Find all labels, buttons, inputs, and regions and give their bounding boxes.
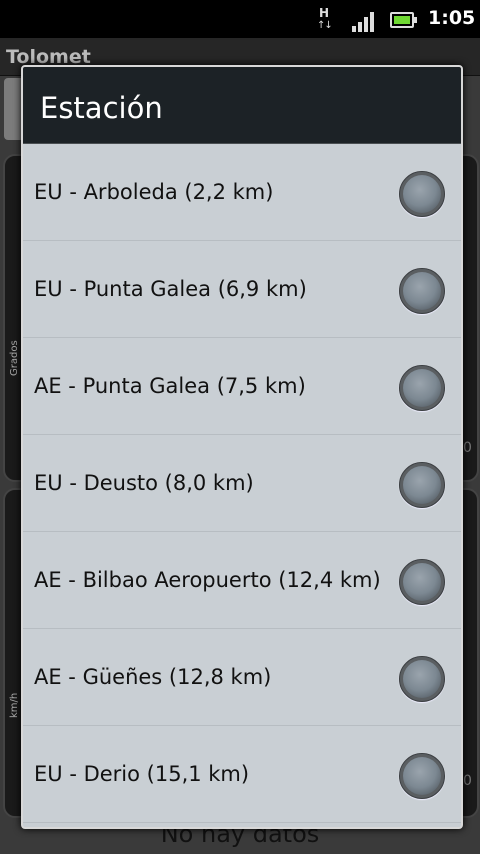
dialog-header: Estación [23, 67, 461, 144]
panel2-axis-label: km/h [9, 692, 20, 718]
panel1-peek-value: 0 [463, 440, 472, 456]
signal-strength-icon [352, 10, 376, 32]
station-label: EU - Derio (15,1 km) [34, 762, 250, 786]
list-item[interactable]: AE - Bilbao Aeropuerto (12,4 km) [23, 532, 461, 629]
battery-icon [390, 12, 417, 28]
station-label: AE - Punta Galea (7,5 km) [34, 374, 306, 398]
station-label: EU - Punta Galea (6,9 km) [34, 277, 307, 301]
list-item[interactable]: EU - Deusto (8,0 km) [23, 435, 461, 532]
radio-button[interactable] [399, 268, 445, 314]
list-item[interactable]: AE - Güeñes (12,8 km) [23, 629, 461, 726]
station-label: EU - Deusto (8,0 km) [34, 471, 254, 495]
network-type-label: H [319, 6, 330, 20]
list-item[interactable]: AE - Punta Galea (7,5 km) [23, 338, 461, 435]
radio-button[interactable] [399, 462, 445, 508]
station-list: EU - Arboleda (2,2 km) EU - Punta Galea … [23, 144, 461, 823]
radio-button[interactable] [399, 656, 445, 702]
radio-button[interactable] [399, 559, 445, 605]
dialog-title: Estación [40, 91, 163, 125]
station-label: EU - Arboleda (2,2 km) [34, 180, 274, 204]
station-label: AE - Bilbao Aeropuerto (12,4 km) [34, 568, 381, 592]
status-bar: H ↑↓ 1:05 [0, 0, 480, 38]
radio-button[interactable] [399, 753, 445, 799]
station-picker-dialog: Estación EU - Arboleda (2,2 km) EU - Pun… [21, 65, 463, 829]
hspa-data-icon: H ↑↓ [317, 6, 333, 31]
list-item[interactable]: EU - Derio (15,1 km) [23, 726, 461, 823]
list-item[interactable]: EU - Punta Galea (6,9 km) [23, 241, 461, 338]
status-time: 1:05 [428, 7, 476, 29]
radio-button[interactable] [399, 171, 445, 217]
panel2-peek-value: 0 [463, 773, 472, 789]
station-label: AE - Güeñes (12,8 km) [34, 665, 272, 689]
radio-button[interactable] [399, 365, 445, 411]
list-item[interactable]: EU - Arboleda (2,2 km) [23, 144, 461, 241]
panel1-axis-label: Grados [9, 340, 20, 376]
